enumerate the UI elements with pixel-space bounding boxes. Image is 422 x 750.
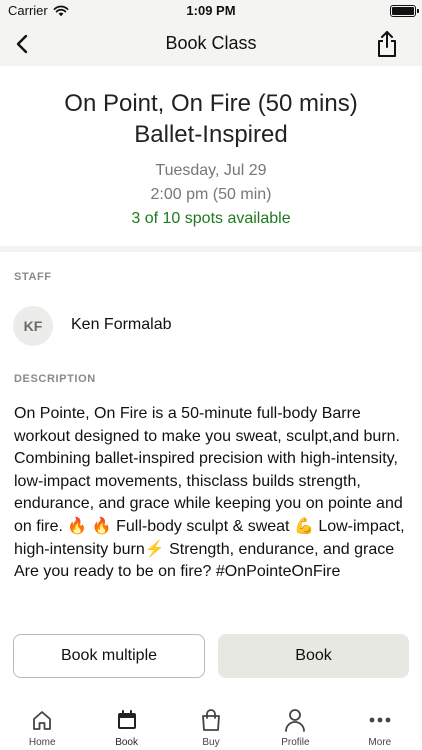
tab-book-label: Book	[115, 737, 138, 748]
tab-more-label: More	[368, 737, 392, 748]
tab-profile[interactable]: Profile	[253, 700, 337, 750]
class-title-line2: Ballet-Inspired	[134, 121, 288, 148]
tab-profile-label: Profile	[281, 737, 310, 748]
class-header: On Point, On Fire (50 mins) Ballet-Inspi…	[0, 66, 422, 246]
class-time: 2:00 pm (50 min)	[150, 186, 272, 203]
staff-name[interactable]: Ken Formalab	[71, 316, 172, 334]
class-description: On Pointe, On Fire is a 50-minute full-b…	[14, 405, 405, 581]
class-date: Tuesday, Jul 29	[155, 162, 267, 179]
class-title-line1: On Point, On Fire (50 mins)	[64, 90, 358, 117]
spots-available: 3 of 10 spots available	[131, 210, 291, 227]
tab-bar: Home Book Buy Profile More	[0, 700, 422, 750]
tab-book[interactable]: Book	[84, 700, 168, 750]
tab-more[interactable]: More	[338, 700, 422, 750]
calendar-icon	[115, 708, 139, 732]
staff-avatar: KF	[13, 306, 53, 346]
more-dots-icon	[368, 708, 392, 732]
status-time: 1:09 PM	[186, 3, 236, 18]
description-section-label: DESCRIPTION	[14, 373, 96, 385]
tab-buy-label: Buy	[202, 737, 220, 748]
status-bar: Carrier 1:09 PM	[0, 0, 422, 22]
page-title: Book Class	[165, 33, 257, 53]
staff-section-label: STAFF	[14, 271, 52, 283]
share-icon	[378, 31, 396, 57]
book-multiple-button[interactable]: Book multiple	[13, 634, 205, 678]
tab-buy[interactable]: Buy	[169, 700, 253, 750]
class-title: On Point, On Fire (50 mins) Ballet-Inspi…	[10, 88, 412, 150]
section-divider	[0, 246, 422, 252]
shopping-bag-icon	[199, 708, 223, 732]
person-icon	[283, 708, 307, 732]
tab-home-label: Home	[28, 737, 56, 748]
share-button[interactable]	[372, 28, 402, 60]
home-icon	[30, 708, 54, 732]
tab-home[interactable]: Home	[0, 700, 84, 750]
battery-icon	[390, 5, 419, 17]
book-button[interactable]: Book	[218, 634, 409, 678]
navigation-bar: Book Class	[0, 22, 422, 66]
